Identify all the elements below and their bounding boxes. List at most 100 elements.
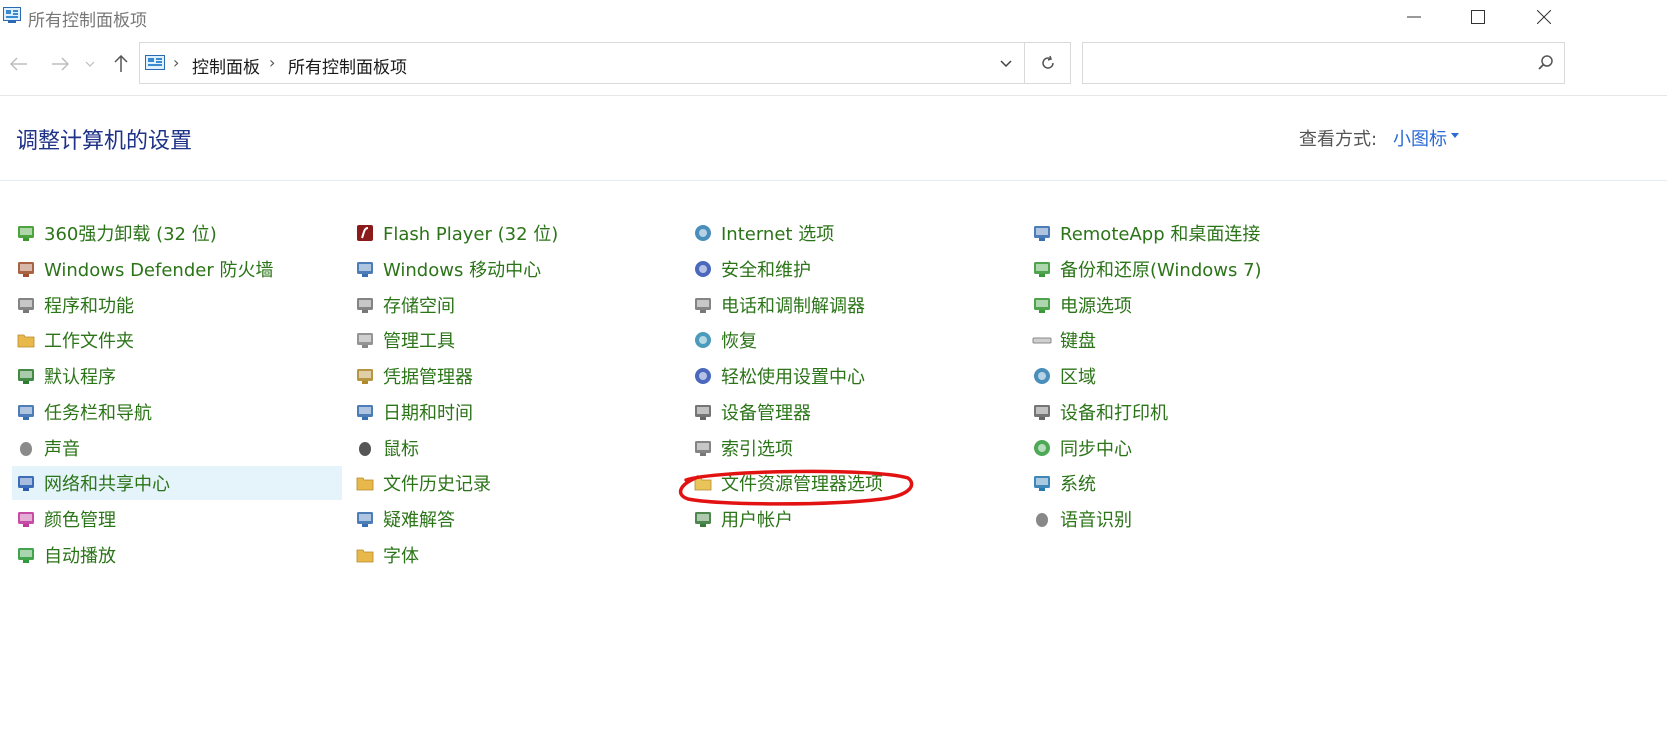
control-panel-item[interactable]: 系统: [1028, 466, 1358, 500]
control-panel-item[interactable]: 凭据管理器: [351, 359, 681, 393]
control-panel-item[interactable]: 同步中心: [1028, 431, 1358, 465]
item-label[interactable]: Internet 选项: [721, 220, 834, 246]
control-panel-item[interactable]: 文件资源管理器选项: [689, 466, 1019, 500]
search-input[interactable]: [1082, 42, 1565, 84]
item-label[interactable]: 索引选项: [721, 435, 793, 461]
control-panel-item[interactable]: Windows 移动中心: [351, 252, 681, 286]
forward-button[interactable]: [47, 52, 73, 76]
maximize-button[interactable]: [1445, 0, 1511, 34]
item-label[interactable]: 安全和维护: [721, 256, 811, 282]
item-label[interactable]: 日期和时间: [383, 399, 473, 425]
item-label[interactable]: 存储空间: [383, 292, 455, 318]
minimize-button[interactable]: [1381, 0, 1447, 34]
item-label[interactable]: 声音: [44, 435, 80, 461]
item-label[interactable]: 键盘: [1060, 327, 1096, 353]
item-label[interactable]: 电话和调制解调器: [721, 292, 865, 318]
item-label[interactable]: 文件资源管理器选项: [721, 470, 883, 496]
item-label[interactable]: 工作文件夹: [44, 327, 134, 353]
control-panel-item[interactable]: 备份和还原(Windows 7): [1028, 252, 1358, 286]
control-panel-item[interactable]: 存储空间: [351, 288, 681, 322]
view-by-dropdown[interactable]: 小图标: [1393, 125, 1447, 151]
breadcrumb-all-items[interactable]: 所有控制面板项: [288, 53, 407, 78]
item-label[interactable]: 备份和还原(Windows 7): [1060, 256, 1262, 282]
address-dropdown-button[interactable]: [988, 43, 1024, 83]
item-label[interactable]: 默认程序: [44, 363, 116, 389]
mouse-icon: [359, 442, 371, 456]
item-label[interactable]: 电源选项: [1060, 292, 1132, 318]
item-label[interactable]: 凭据管理器: [383, 363, 473, 389]
window-title: 所有控制面板项: [28, 11, 147, 31]
item-label[interactable]: 轻松使用设置中心: [721, 363, 865, 389]
troubleshoot-icon: [357, 512, 373, 527]
item-label[interactable]: 360强力卸载 (32 位): [44, 220, 217, 246]
item-label[interactable]: 字体: [383, 542, 419, 568]
control-panel-item[interactable]: 电话和调制解调器: [689, 288, 1019, 322]
item-label[interactable]: 网络和共享中心: [44, 470, 170, 496]
control-panel-item[interactable]: Flash Player (32 位): [351, 216, 681, 250]
control-panel-item[interactable]: 索引选项: [689, 431, 1019, 465]
control-panel-item[interactable]: 声音: [12, 431, 342, 465]
item-label[interactable]: 自动播放: [44, 542, 116, 568]
control-panel-item[interactable]: 文件历史记录: [351, 466, 681, 500]
control-panel-item[interactable]: 360强力卸载 (32 位): [12, 216, 342, 250]
firewall-icon: [18, 262, 34, 277]
control-panel-item[interactable]: 恢复: [689, 323, 1019, 357]
control-panel-item[interactable]: 管理工具: [351, 323, 681, 357]
item-label[interactable]: 同步中心: [1060, 435, 1132, 461]
item-label[interactable]: 用户帐户: [721, 506, 793, 532]
power-icon: [1034, 298, 1050, 313]
control-panel-item[interactable]: 键盘: [1028, 323, 1358, 357]
control-panel-item[interactable]: 颜色管理: [12, 502, 342, 536]
control-panel-item[interactable]: Internet 选项: [689, 216, 1019, 250]
breadcrumb-control-panel[interactable]: 控制面板: [192, 53, 260, 78]
control-panel-item[interactable]: 鼠标: [351, 431, 681, 465]
control-panel-item[interactable]: 语音识别: [1028, 502, 1358, 536]
item-label[interactable]: 语音识别: [1060, 506, 1132, 532]
item-label[interactable]: Windows 移动中心: [383, 256, 541, 282]
control-panel-item[interactable]: Windows Defender 防火墙: [12, 252, 342, 286]
item-label[interactable]: 任务栏和导航: [44, 399, 152, 425]
control-panel-item[interactable]: 设备管理器: [689, 395, 1019, 429]
item-label[interactable]: 区域: [1060, 363, 1096, 389]
control-panel-item[interactable]: 日期和时间: [351, 395, 681, 429]
item-label[interactable]: 颜色管理: [44, 506, 116, 532]
item-label[interactable]: 疑难解答: [383, 506, 455, 532]
control-panel-item[interactable]: 设备和打印机: [1028, 395, 1358, 429]
control-panel-item[interactable]: 区域: [1028, 359, 1358, 393]
back-button[interactable]: [6, 52, 32, 76]
internet-options-icon: [695, 225, 711, 241]
item-label[interactable]: 系统: [1060, 470, 1096, 496]
item-label[interactable]: Windows Defender 防火墙: [44, 256, 273, 282]
control-panel-item[interactable]: 任务栏和导航: [12, 395, 342, 429]
control-panel-item[interactable]: 疑难解答: [351, 502, 681, 536]
control-panel-item[interactable]: 轻松使用设置中心: [689, 359, 1019, 393]
control-panel-item[interactable]: 自动播放: [12, 538, 342, 572]
refresh-button[interactable]: [1025, 43, 1071, 83]
navigation-divider: [0, 95, 1667, 96]
control-panel-item[interactable]: 网络和共享中心: [12, 466, 342, 500]
item-label[interactable]: RemoteApp 和桌面连接: [1060, 220, 1260, 246]
item-label[interactable]: 鼠标: [383, 435, 419, 461]
up-button[interactable]: [108, 52, 134, 76]
control-panel-item[interactable]: 工作文件夹: [12, 323, 342, 357]
control-panel-item[interactable]: 电源选项: [1028, 288, 1358, 322]
item-label[interactable]: 管理工具: [383, 327, 455, 353]
control-panel-item[interactable]: RemoteApp 和桌面连接: [1028, 216, 1358, 250]
control-panel-item[interactable]: 程序和功能: [12, 288, 342, 322]
item-label[interactable]: 设备和打印机: [1060, 399, 1168, 425]
control-panel-item[interactable]: 字体: [351, 538, 681, 572]
item-label[interactable]: Flash Player (32 位): [383, 220, 558, 246]
search-icon[interactable]: [1537, 54, 1555, 72]
view-by-caret-icon[interactable]: [1451, 133, 1459, 138]
item-label[interactable]: 恢复: [721, 327, 757, 353]
ease-of-access-icon: [695, 368, 711, 384]
recent-locations-button[interactable]: [80, 52, 100, 76]
item-label[interactable]: 程序和功能: [44, 292, 134, 318]
item-label[interactable]: 文件历史记录: [383, 470, 491, 496]
close-button[interactable]: [1511, 0, 1577, 34]
control-panel-item[interactable]: 默认程序: [12, 359, 342, 393]
item-label[interactable]: 设备管理器: [721, 399, 811, 425]
control-panel-item[interactable]: 安全和维护: [689, 252, 1019, 286]
control-panel-item[interactable]: 用户帐户: [689, 502, 1019, 536]
address-bar[interactable]: › 控制面板 › 所有控制面板项: [139, 42, 1071, 84]
